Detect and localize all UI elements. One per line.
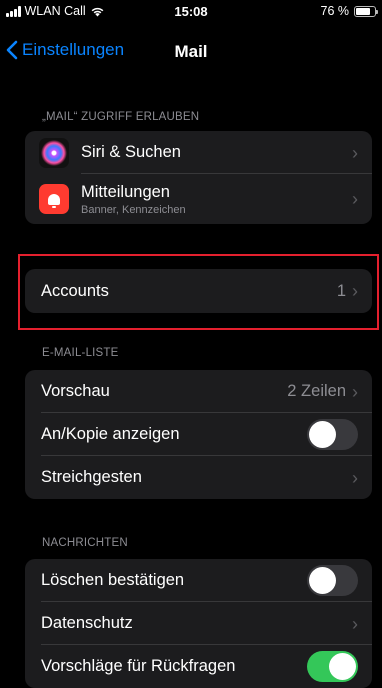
preview-value: 2 Zeilen — [287, 382, 346, 400]
preview-row[interactable]: Vorschau 2 Zeilen › — [25, 370, 372, 413]
highlight-box — [18, 254, 379, 330]
chevron-right-icon: › — [352, 467, 358, 488]
mail-list-group: Vorschau 2 Zeilen › An/Kopie anzeigen St… — [25, 370, 372, 499]
messages-group: Löschen bestätigen Datenschutz › Vorschl… — [25, 559, 372, 688]
siri-icon — [39, 137, 69, 168]
privacy-label: Datenschutz — [41, 614, 133, 632]
chevron-right-icon: › — [352, 381, 358, 402]
notifications-subtitle: Banner, Kennzeichen — [81, 203, 186, 216]
section-header-messages: NACHRICHTEN — [42, 537, 128, 549]
preview-label: Vorschau — [41, 382, 110, 400]
followup-label: Vorschläge für Rückfragen — [41, 657, 236, 675]
page-title: Mail — [174, 42, 208, 61]
status-right: 76 % — [320, 4, 378, 18]
chevron-right-icon: › — [352, 189, 358, 209]
show-cc-toggle[interactable] — [307, 419, 358, 450]
bell-icon — [48, 193, 60, 208]
battery-fill — [356, 7, 370, 15]
battery-percent: 76 % — [320, 4, 350, 18]
show-cc-label: An/Kopie anzeigen — [41, 425, 180, 443]
access-group: Siri & Suchen › Mitteilungen Banner, Ken… — [25, 131, 372, 224]
toggle-knob — [329, 653, 356, 680]
battery-icon — [354, 5, 378, 17]
chevron-right-icon: › — [352, 613, 358, 634]
notifications-label: Mitteilungen — [81, 182, 170, 201]
chevron-right-icon: › — [352, 142, 358, 163]
show-cc-row: An/Kopie anzeigen — [25, 413, 372, 456]
toggle-knob — [309, 421, 336, 448]
swipe-options-row[interactable]: Streichgesten › — [25, 456, 372, 499]
siri-search-row[interactable]: Siri & Suchen › — [25, 131, 372, 174]
confirm-delete-label: Löschen bestätigen — [41, 571, 185, 589]
status-bar: WLAN Call 15:08 76 % — [0, 0, 382, 28]
navigation-bar: Einstellungen Mail — [0, 32, 382, 72]
followup-row: Vorschläge für Rückfragen — [25, 645, 372, 688]
section-header-access: „MAIL“ ZUGRIFF ERLAUBEN — [42, 111, 200, 123]
notifications-row[interactable]: Mitteilungen Banner, Kennzeichen › — [25, 174, 372, 224]
followup-toggle[interactable] — [307, 651, 358, 682]
confirm-delete-row: Löschen bestätigen — [25, 559, 372, 602]
toggle-knob — [309, 567, 336, 594]
notifications-icon — [39, 184, 69, 214]
privacy-row[interactable]: Datenschutz › — [25, 602, 372, 645]
confirm-delete-toggle[interactable] — [307, 565, 358, 596]
siri-search-label: Siri & Suchen — [81, 143, 181, 161]
section-header-mail-list: E-MAIL-LISTE — [42, 347, 119, 359]
swipe-options-label: Streichgesten — [41, 468, 142, 486]
